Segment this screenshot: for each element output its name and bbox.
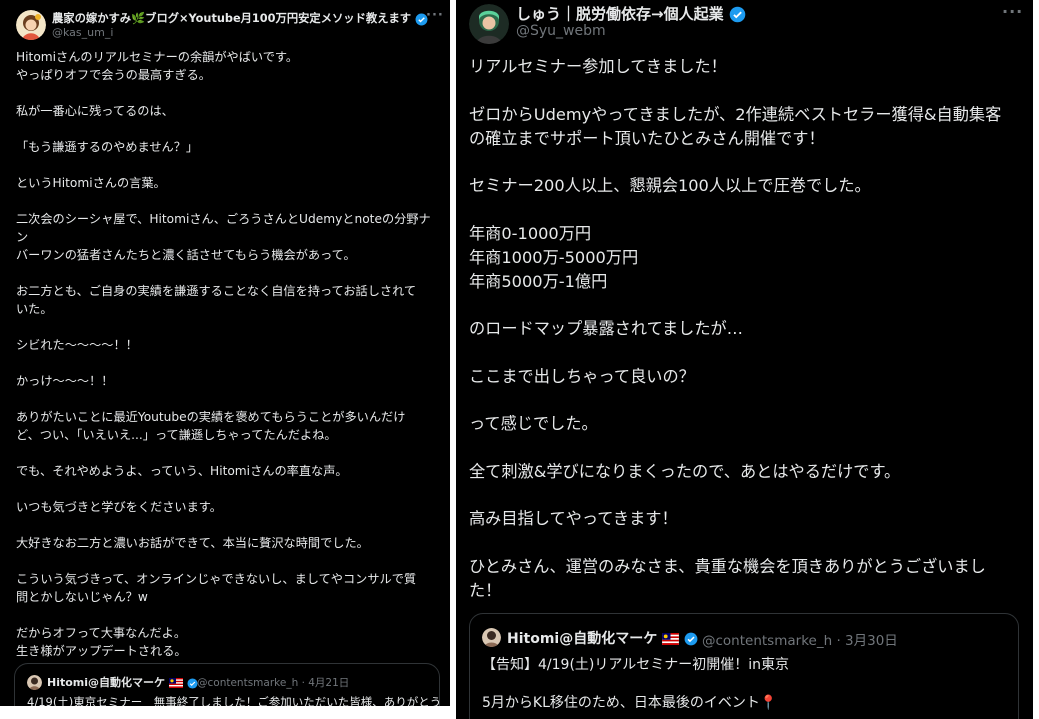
tweet-text: リアルセミナー参加してきました！ ゼロからUdemyやってきましたが、2作連続ベ… [469,55,1019,626]
quote-avatar [482,628,501,647]
verified-badge-icon [729,6,746,23]
avatar[interactable] [469,4,509,44]
tweet-paragraph: Hitomiさんのリアルセミナーの余韻がやばいです。 やっぱりオフで会うの最高す… [16,50,299,82]
tweet-paragraph: お二方とも、ご自身の実績を謙遜することなく自信を持ってお話しされて いた。 [16,284,417,316]
tweet-paragraph: というHitomiさんの言葉。 [16,176,166,190]
tweet-paragraph: ここまで出しちゃって良いの？ [469,366,695,386]
tweet-paragraph: って感じでした。 [469,414,598,433]
more-options-icon[interactable]: ··· [426,8,444,23]
tweet-paragraph: 「もう謙遜するのやめません？」 [16,140,199,154]
tweet-paragraph: セミナー200人以上、懇親会100人以上で圧巻でした。 [469,176,871,195]
tweet-paragraph: リアルセミナー参加してきました！ [469,57,727,76]
quote-avatar [27,675,42,690]
tweet-paragraph: 二次会のシーシャ屋で、Hitomiさん、ごろうさんとUdemyとnoteの分野ナ… [16,212,431,262]
tweet-paragraph: のロードマップ暴露されてましたが… [469,319,743,338]
tweet-paragraph: だからオフって大事なんだよ。 生き様がアップデートされる。 [16,626,187,658]
tweet-paragraph: 私が一番心に残ってるのは、 [16,104,174,118]
malaysia-flag-icon [168,678,183,688]
tweet-paragraph: かっけ〜〜〜！！ [16,374,114,388]
tweet-paragraph: いつも気づきと学びをくださいます。 [16,500,222,514]
author-handle[interactable]: @kas_um_i [52,26,113,39]
tweet-text: Hitomiさんのリアルセミナーの余韻がやばいです。 やっぱりオフで会うの最高す… [16,48,438,678]
quoted-tweet[interactable]: Hitomi@自動化マーケ @contentsmarke_h · 3月30日 【… [469,613,1019,719]
tweet-paragraph: シビれた〜〜〜〜！！ [16,338,138,352]
tweet-paragraph: ゼロからUdemyやってきましたが、2作連続ベストセラー獲得&自動集客 の確立ま… [469,104,1002,148]
quote-text: 4/19(土)東京セミナー 無事終了しました！ご参加いただいた皆様、ありがとう [27,695,442,706]
quote-text: 5月からKL移住のため、日本最後のイベント📍 [482,695,778,711]
left-tweet: 農家の嫁かすみ🌿ブログ×Youtube月100万円安定メソッド教えます @kas… [0,0,450,706]
avatar[interactable] [16,10,46,40]
tweet-paragraph: 全て刺激&学びになりまくったので、あとはやるだけです。 [469,461,901,481]
quote-author-name: Hitomi@自動化マーケ [47,674,198,690]
quote-author-name: Hitomi@自動化マーケ [507,628,698,648]
quote-handle-date: @contentsmarke_h · 3月30日 [702,633,898,649]
quoted-tweet[interactable]: Hitomi@自動化マーケ @contentsmarke_h · 4月21日 4… [14,663,442,706]
right-tweet: しゅう｜脱労働依存→個人起業 @Syu_webm ··· リアルセミナー参加して… [456,0,1033,719]
author-handle[interactable]: @Syu_webm [516,23,606,39]
author-name[interactable]: 農家の嫁かすみ🌿ブログ×Youtube月100万円安定メソッド教えます [52,10,428,26]
tweet-paragraph: こういう気づきって、オンラインじゃできないし、ましてやコンサルで質 問とかしない… [16,572,417,604]
tweet-paragraph: 高み目指してやってきます！ [469,509,678,528]
quote-handle-date: @contentsmarke_h · 4月21日 [197,677,350,689]
tweet-paragraph: 大好きなお二方と濃いお話ができて、本当に贅沢な時間でした。 [16,536,369,550]
tweet-paragraph: ありがたいことに最近Youtubeの実績を褒めてもらうことが多いんだけ ど、つい… [16,410,406,442]
verified-badge-icon [684,632,698,646]
tweet-paragraph: でも、それやめようよ、っていう、Hitomiさんの率直な声。 [16,464,348,478]
more-options-icon[interactable]: ··· [1002,2,1023,21]
quote-text: 【告知】4/19(土)リアルセミナー初開催！in東京 [482,657,789,673]
tweet-paragraph: 年商0-1000万円 年商1000万-5000万円 年商5000万-1億円 [469,223,639,291]
author-name[interactable]: しゅう｜脱労働依存→個人起業 [516,3,746,24]
tweet-paragraph: ひとみさん、運営のみなさま、貴重な機会を頂きありがとうございまし た！ [469,556,986,600]
malaysia-flag-icon [662,633,679,645]
